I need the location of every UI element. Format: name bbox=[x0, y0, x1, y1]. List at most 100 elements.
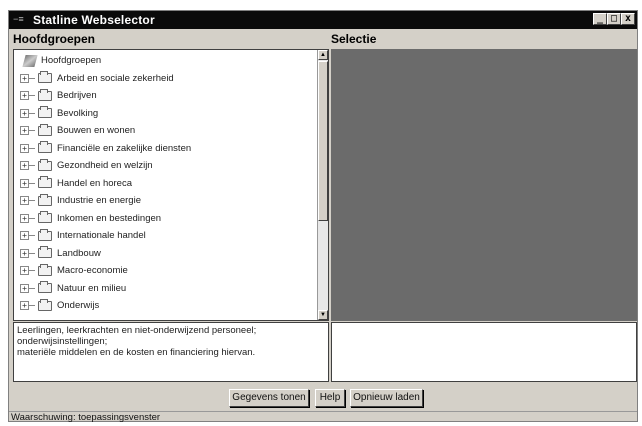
tree-item[interactable]: + Landbouw bbox=[14, 245, 314, 263]
button-bar: Gegevens tonen Help Opnieuw laden bbox=[9, 385, 637, 411]
tree-item-label: Inkomen en bestedingen bbox=[57, 212, 162, 224]
selectie-panel[interactable] bbox=[331, 49, 637, 321]
tree-scrollbar[interactable]: ▲ ▼ bbox=[317, 50, 328, 320]
tree-connector bbox=[29, 147, 35, 149]
expand-icon[interactable]: + bbox=[20, 161, 29, 171]
tree-item-label: Industrie en energie bbox=[57, 195, 141, 207]
tree-connector bbox=[29, 270, 35, 272]
folder-icon bbox=[38, 193, 52, 206]
tree-item[interactable]: + Industrie en energie bbox=[14, 192, 314, 210]
folder-icon bbox=[38, 158, 52, 171]
tree-connector bbox=[29, 112, 35, 114]
expand-icon[interactable]: + bbox=[20, 248, 29, 258]
tree-list: Hoofdgroepen + Arbeid en sociale zekerhei… bbox=[14, 52, 314, 315]
description-box: Leerlingen, leerkrachten en niet-onderwi… bbox=[13, 322, 329, 382]
tree-item[interactable]: + Bevolking bbox=[14, 105, 314, 123]
tree-item[interactable]: + Onderwijs bbox=[14, 297, 314, 315]
tree-item-label: Financiële en zakelijke diensten bbox=[57, 142, 192, 154]
tree-item-label: Natuur en milieu bbox=[57, 282, 127, 294]
folder-icon bbox=[38, 211, 52, 224]
tree-connector bbox=[29, 182, 35, 184]
reload-button[interactable]: Opnieuw laden bbox=[350, 389, 423, 407]
description-line: Leerlingen, leerkrachten en niet-onderwi… bbox=[17, 325, 257, 336]
app-icon: −≡ bbox=[13, 15, 24, 25]
window-controls: _ □ x bbox=[593, 13, 635, 25]
scroll-up-icon[interactable]: ▲ bbox=[318, 50, 328, 60]
tree-item[interactable]: + Bouwen en wonen bbox=[14, 122, 314, 140]
tree-connector bbox=[29, 235, 35, 237]
tree-item-label: Gezondheid en welzijn bbox=[57, 160, 153, 172]
folder-icon bbox=[38, 106, 52, 119]
expand-icon[interactable]: + bbox=[20, 301, 29, 311]
folder-icon bbox=[38, 141, 52, 154]
app-window: −≡ Statline Webselector _ □ x Hoofdgroep… bbox=[8, 10, 638, 423]
expand-icon[interactable]: + bbox=[20, 73, 29, 83]
tree-connector bbox=[29, 252, 35, 254]
help-button[interactable]: Help bbox=[315, 389, 345, 407]
tree-connector bbox=[29, 165, 35, 167]
hoofdgroepen-header: Hoofdgroepen bbox=[13, 32, 95, 46]
expand-icon[interactable]: + bbox=[20, 283, 29, 293]
tree-connector bbox=[29, 77, 35, 79]
tree-item[interactable]: + Macro-economie bbox=[14, 262, 314, 280]
folder-icon bbox=[38, 228, 52, 241]
folder-icon bbox=[38, 123, 52, 136]
tree-item-label: Macro-economie bbox=[57, 265, 128, 277]
show-data-button[interactable]: Gegevens tonen bbox=[229, 389, 309, 407]
tree-item-label: Arbeid en sociale zekerheid bbox=[57, 72, 174, 84]
tree-item[interactable]: + Handel en horeca bbox=[14, 175, 314, 193]
expand-icon[interactable]: + bbox=[20, 213, 29, 223]
tree-item-label: Bedrijven bbox=[57, 90, 97, 102]
tree-item-label: Handel en horeca bbox=[57, 177, 132, 189]
hoofdgroepen-tree[interactable]: Hoofdgroepen + Arbeid en sociale zekerhei… bbox=[13, 49, 329, 321]
tree-connector bbox=[29, 305, 35, 307]
expand-icon[interactable]: + bbox=[20, 108, 29, 118]
close-button[interactable]: x bbox=[621, 13, 635, 25]
tree-item[interactable]: + Bedrijven bbox=[14, 87, 314, 105]
tree-item-label: Landbouw bbox=[57, 247, 101, 259]
tree-root-label: Hoofdgroepen bbox=[41, 55, 102, 67]
folder-icon bbox=[38, 263, 52, 276]
tree-item[interactable]: + Gezondheid en welzijn bbox=[14, 157, 314, 175]
scroll-down-icon[interactable]: ▼ bbox=[318, 310, 328, 320]
expand-icon[interactable]: + bbox=[20, 231, 29, 241]
description-line: materiële middelen en de kosten en finan… bbox=[17, 347, 256, 358]
expand-icon[interactable]: + bbox=[20, 266, 29, 276]
minimize-button[interactable]: _ bbox=[593, 13, 607, 25]
expand-icon[interactable]: + bbox=[20, 91, 29, 101]
expand-icon[interactable]: + bbox=[20, 143, 29, 153]
tree-connector bbox=[29, 200, 35, 202]
tree-item-label: Bouwen en wonen bbox=[57, 125, 136, 137]
folder-icon bbox=[38, 298, 52, 311]
scroll-thumb[interactable] bbox=[318, 61, 328, 221]
root-database-icon bbox=[22, 54, 38, 67]
folder-icon bbox=[38, 281, 52, 294]
tree-item-label: Bevolking bbox=[57, 107, 99, 119]
folder-icon bbox=[38, 246, 52, 259]
title-bar[interactable]: −≡ Statline Webselector _ □ x bbox=[9, 11, 637, 29]
tree-item[interactable]: + Internationale handel bbox=[14, 227, 314, 245]
tree-connector bbox=[29, 287, 35, 289]
selection-detail-box bbox=[331, 322, 637, 382]
tree-connector bbox=[29, 217, 35, 219]
status-bar: Waarschuwing: toepassingsvenster bbox=[9, 411, 637, 423]
description-line: onderwijsinstellingen; bbox=[17, 336, 108, 347]
tree-connector bbox=[29, 95, 35, 97]
tree-connector bbox=[29, 130, 35, 132]
panel-headers: Hoofdgroepen Selectie bbox=[9, 30, 637, 48]
folder-icon bbox=[38, 88, 52, 101]
maximize-button[interactable]: □ bbox=[607, 13, 621, 25]
tree-item[interactable]: + Arbeid en sociale zekerheid bbox=[14, 70, 314, 88]
expand-icon[interactable]: + bbox=[20, 196, 29, 206]
folder-icon bbox=[38, 71, 52, 84]
tree-item-label: Onderwijs bbox=[57, 300, 100, 312]
window-title: Statline Webselector bbox=[33, 13, 155, 27]
selectie-header: Selectie bbox=[331, 32, 377, 46]
expand-icon[interactable]: + bbox=[20, 178, 29, 188]
expand-icon[interactable]: + bbox=[20, 126, 29, 136]
folder-icon bbox=[38, 176, 52, 189]
tree-item[interactable]: + Natuur en milieu bbox=[14, 280, 314, 298]
tree-item[interactable]: + Inkomen en bestedingen bbox=[14, 210, 314, 228]
tree-item[interactable]: + Financiële en zakelijke diensten bbox=[14, 140, 314, 158]
tree-root[interactable]: Hoofdgroepen bbox=[14, 52, 314, 70]
